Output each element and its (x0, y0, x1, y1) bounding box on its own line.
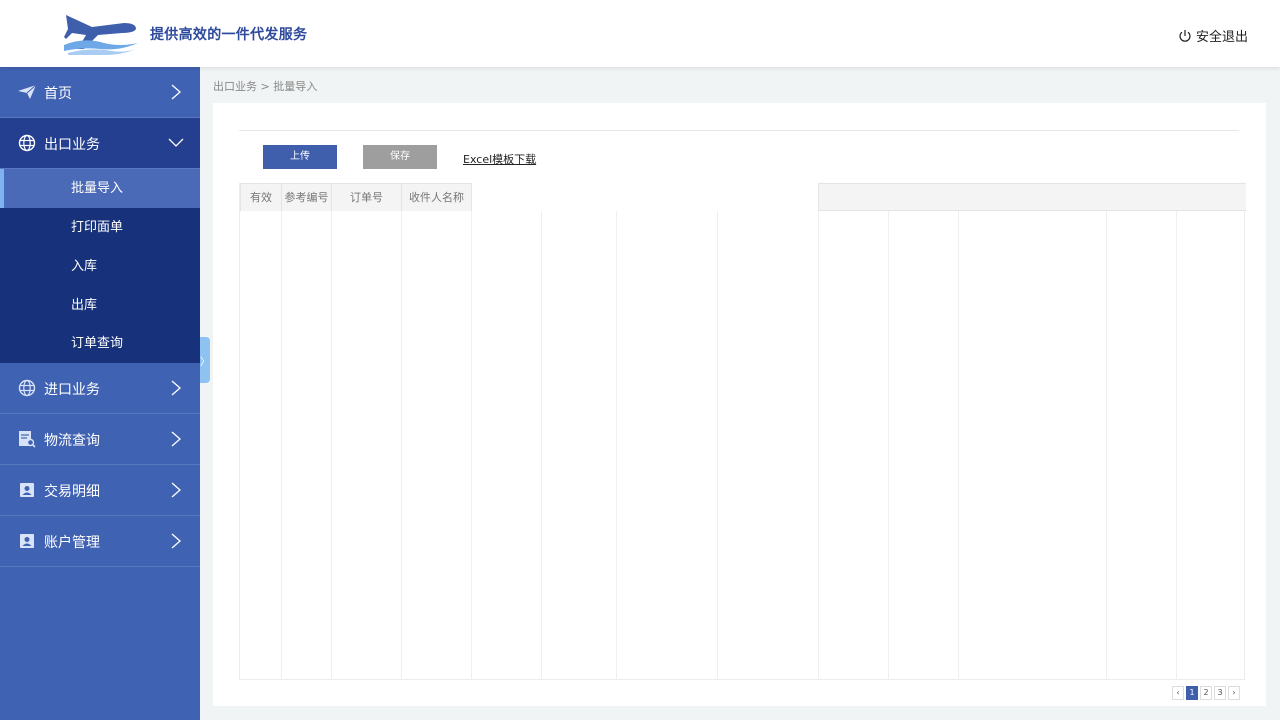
sidebar-item-label: 账户管理 (44, 535, 100, 551)
import-data-table: 有效 参考编号 订单号 收件人名称 (239, 183, 1246, 680)
logout-label: 安全退出 (1195, 30, 1248, 45)
chevron-right-icon (171, 380, 181, 396)
sidebar-item-export[interactable]: 出口业务 (0, 118, 200, 169)
chevron-right-icon (171, 482, 181, 498)
column-divider (958, 211, 959, 680)
column-divider (616, 211, 617, 680)
sidebar-item-import[interactable]: 进口业务 (0, 363, 200, 414)
submenu-item-order-query[interactable]: 订单查询 (0, 325, 200, 363)
chevron-right-icon (171, 533, 181, 549)
column-divider (1176, 211, 1177, 680)
column-divider (541, 211, 542, 680)
globe-icon (18, 379, 36, 397)
contact-card-icon (20, 483, 34, 497)
divider (239, 130, 1239, 131)
sidebar-item-label: 物流查询 (44, 433, 100, 449)
upload-button[interactable]: 上传 (263, 145, 337, 169)
pagination: ‹ 1 2 3 › (1172, 686, 1240, 700)
column-divider (1106, 211, 1107, 680)
column-divider (471, 211, 472, 680)
sidebar-collapse-handle[interactable]: 〉 (200, 337, 210, 383)
pagination-page-1[interactable]: 1 (1186, 686, 1198, 700)
column-divider (281, 211, 282, 680)
sidebar: 首页 出口业务 批量导入 打印面单 入库 出库 订单查询 进口业务 物流查询 交… (0, 67, 200, 720)
breadcrumb: 出口业务 > 批量导入 (213, 80, 318, 93)
airplane-logo-icon (64, 15, 138, 55)
sidebar-item-home[interactable]: 首页 (0, 67, 200, 118)
sidebar-item-label: 交易明细 (44, 484, 100, 500)
submenu-item-batch-import[interactable]: 批量导入 (0, 169, 200, 208)
globe-icon (18, 134, 36, 152)
table-header-right (818, 183, 1246, 211)
logout-button[interactable]: 安全退出 (1178, 26, 1248, 45)
sidebar-item-label: 进口业务 (44, 382, 100, 398)
sidebar-item-account[interactable]: 账户管理 (0, 516, 200, 567)
export-submenu: 批量导入 打印面单 入库 出库 订单查询 (0, 169, 200, 363)
column-header-order-no[interactable]: 订单号 (332, 183, 402, 211)
column-header-reference-no[interactable]: 参考编号 (282, 183, 332, 211)
column-header-valid[interactable]: 有效 (240, 183, 282, 211)
top-header: 提供高效的一件代发服务 安全退出 (0, 0, 1280, 67)
chevron-right-icon (171, 431, 181, 447)
column-header-recipient-name[interactable]: 收件人名称 (402, 183, 472, 211)
chevron-right-icon (171, 84, 181, 100)
column-divider (401, 211, 402, 680)
excel-template-download-link[interactable]: Excel模板下载 (463, 151, 536, 167)
submenu-item-inbound[interactable]: 入库 (0, 247, 200, 286)
save-button[interactable]: 保存 (363, 145, 437, 169)
site-slogan: 提供高效的一件代发服务 (150, 27, 308, 43)
chevron-right-icon: 〉 (200, 356, 210, 368)
document-search-icon (19, 431, 36, 448)
pagination-prev-button[interactable]: ‹ (1172, 686, 1184, 700)
column-divider (888, 211, 889, 680)
submenu-item-outbound[interactable]: 出库 (0, 286, 200, 325)
contact-card-icon (20, 534, 34, 548)
column-divider (331, 211, 332, 680)
column-divider (818, 211, 819, 680)
table-header: 有效 参考编号 订单号 收件人名称 (240, 183, 472, 211)
chevron-down-icon (168, 138, 184, 147)
pagination-page-2[interactable]: 2 (1200, 686, 1212, 700)
sidebar-item-logistics-query[interactable]: 物流查询 (0, 414, 200, 465)
submenu-item-print-label[interactable]: 打印面单 (0, 208, 200, 247)
main-panel: 上传 保存 Excel模板下载 有效 参考编号 订单号 收件人名称 ‹ 1 2 … (213, 103, 1266, 706)
sidebar-item-label: 出口业务 (44, 137, 100, 153)
power-icon (1179, 29, 1191, 42)
sidebar-item-label: 首页 (44, 86, 72, 102)
column-divider (717, 211, 718, 680)
pagination-page-3[interactable]: 3 (1214, 686, 1226, 700)
pagination-next-button[interactable]: › (1228, 686, 1240, 700)
sidebar-item-transactions[interactable]: 交易明细 (0, 465, 200, 516)
paper-plane-icon (18, 84, 36, 99)
